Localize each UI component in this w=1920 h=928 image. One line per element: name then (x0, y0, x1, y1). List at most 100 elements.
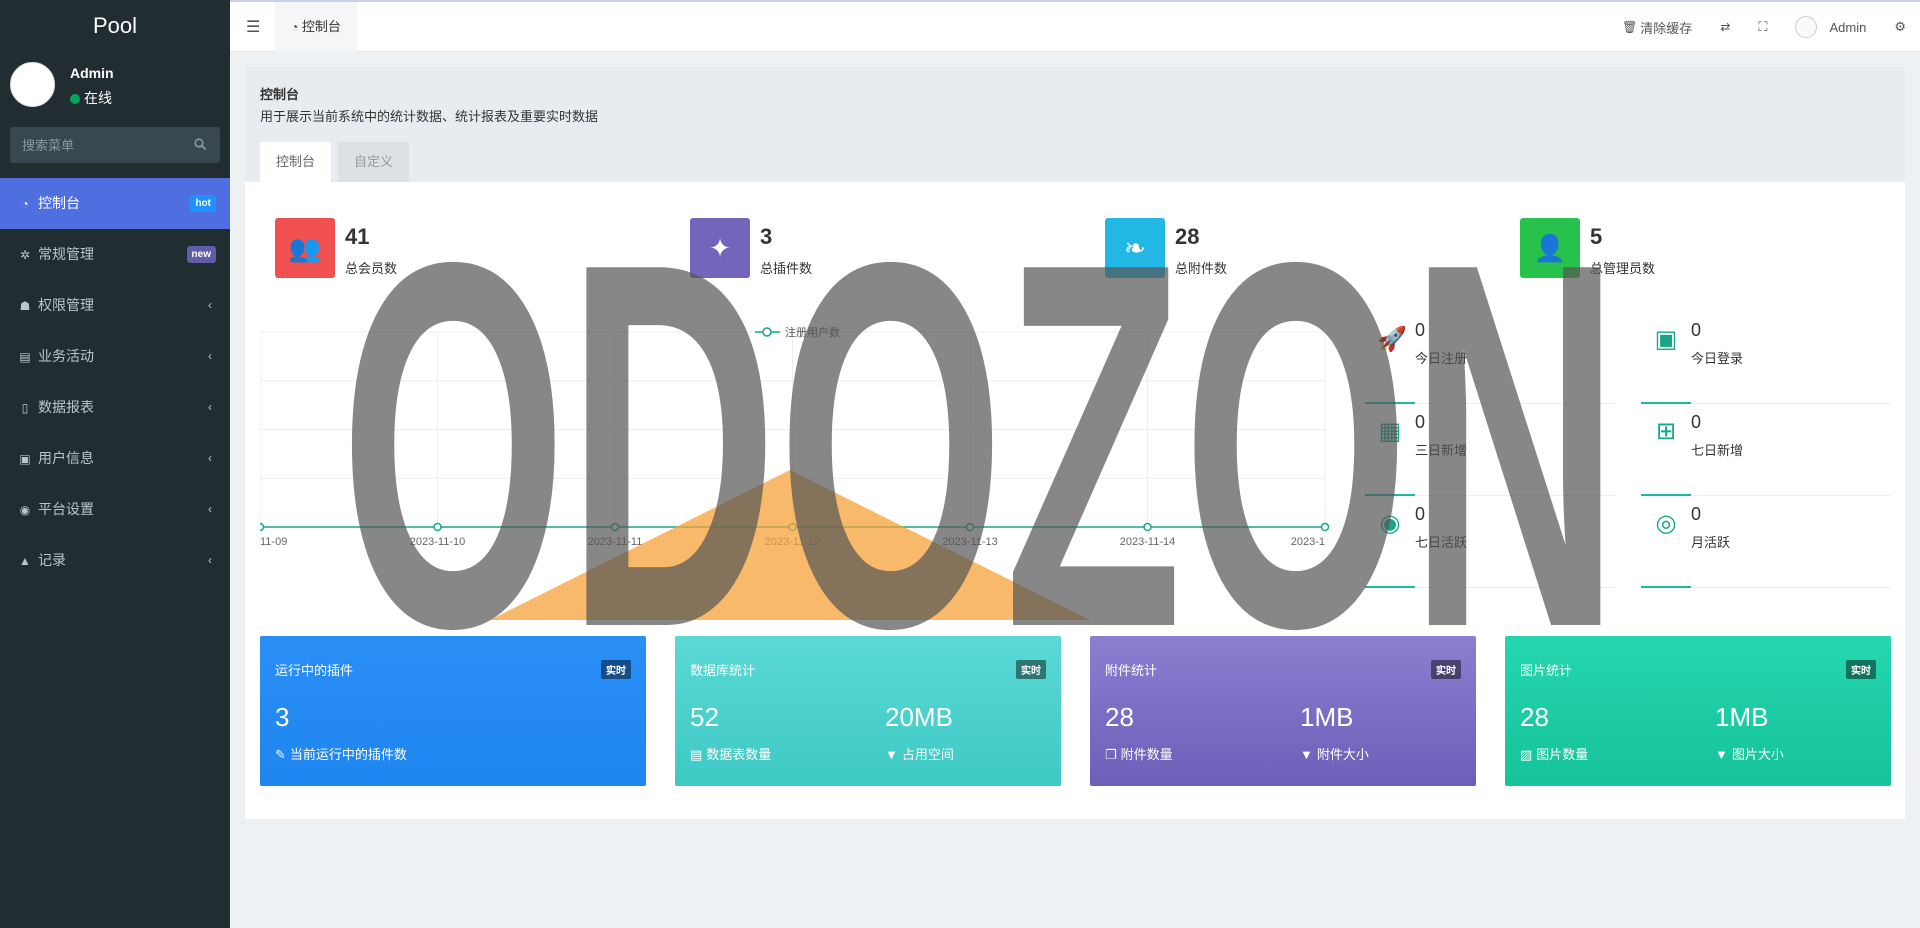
navbar-avatar (1795, 16, 1818, 38)
app-logo[interactable]: Pool (0, 0, 230, 52)
stat-value: 41 (345, 224, 370, 249)
card-title: 附件统计 (1105, 663, 1158, 678)
data-point[interactable] (610, 522, 620, 532)
mini-stat-value: 0 (1415, 320, 1426, 340)
calendar-plus-icon: ⊞ (1655, 418, 1677, 445)
tab-dashboard-panel[interactable]: 控制台 (260, 142, 332, 182)
language-button[interactable]: ⇄ (1706, 20, 1744, 34)
chevron-left-icon: ‹ (208, 502, 212, 516)
stat-label: 总附件数 (1175, 261, 1228, 276)
clear-cache-button[interactable]: 🗑 清除缓存 (1608, 18, 1706, 37)
panel-heading: 控制台 用于展示当前系统中的统计数据、统计报表及重要实时数据 控制台 自定义 (245, 67, 1905, 182)
stat-card: 数据库统计 实时 52 ▤ 数据表数量 20MB ▼ 占用空间 (675, 636, 1061, 786)
stat-box: 👥 41 总会员数 (275, 218, 575, 280)
menu-search-input[interactable] (10, 127, 180, 163)
mini-stat-value: 0 (1691, 412, 1702, 432)
mini-stat-value: 0 (1415, 504, 1426, 524)
circle-dot-icon: ◉ (19, 503, 31, 517)
mini-stat: ▣ 0 今日登录 (1641, 312, 1891, 404)
chevron-left-icon: ‹ (208, 400, 212, 414)
data-point[interactable] (1143, 522, 1152, 532)
card-label-text: 图片大小 (1731, 747, 1784, 762)
mini-stat-value: 0 (1691, 320, 1702, 340)
chart-svg: 注册用户数 11-09 2023-11-10 2023-11-11 2023-11-12… (255, 325, 1330, 548)
image-icon: ▨ (1520, 747, 1533, 762)
magic-icon: ✦ (690, 218, 750, 278)
stat-box: ✦ 3 总插件数 (690, 218, 990, 280)
page-description: 用于展示当前系统中的统计数据、统计报表及重要实时数据 (260, 109, 599, 124)
stat-card: 图片统计 实时 28 ▨ 图片数量 1MB ▼ 图片大小 (1505, 636, 1891, 786)
legend-label[interactable]: 注册用户数 (785, 325, 840, 339)
stat-box: 👤 5 总管理员数 (1520, 218, 1820, 280)
sidebar-item-7[interactable]: ▲ 记录 ‹ (0, 535, 230, 586)
sidebar: Pool Admin 在线 ◔ 控制台 hot ✲ 常规管理 new ☗ 权限管理 ‹ ▤ 业务活动… (0, 0, 230, 928)
menu-badge: hot (190, 195, 216, 212)
card-label: ▼ 占用空间 (885, 744, 954, 763)
calendar-icon: ▦ (1378, 418, 1402, 445)
sidebar-item-label: 常规管理 (38, 246, 94, 262)
realtime-badge: 实时 (1431, 660, 1461, 679)
card-label-text: 附件数量 (1120, 747, 1173, 762)
filter-icon: ▼ (1300, 747, 1313, 762)
gears-icon: ⚙ (1894, 19, 1906, 34)
filter-icon: ▼ (1715, 747, 1728, 762)
tab-dashboard[interactable]: ◔ 控制台 (275, 2, 357, 52)
avatar[interactable] (10, 62, 55, 107)
stat-box: ❧ 28 总附件数 (1105, 218, 1405, 280)
fullscreen-button[interactable]: ⛶ (1744, 19, 1781, 35)
stat-value: 5 (1590, 224, 1603, 249)
sidebar-item-4[interactable]: ▯ 数据报表 ‹ (0, 382, 230, 433)
user-status-text: 在线 (84, 90, 112, 106)
file-icon: ▯ (21, 401, 29, 415)
magic-icon: ✎ (275, 747, 286, 762)
sidebar-item-label: 记录 (38, 552, 66, 568)
control-sidebar-button[interactable]: ⚙ (1880, 19, 1920, 35)
tab-custom[interactable]: 自定义 (338, 142, 410, 182)
card-label: ❐ 附件数量 (1105, 744, 1173, 763)
mini-stat: ⊞ 0 七日新增 (1641, 404, 1891, 496)
user-icon: 👤 (1520, 218, 1580, 278)
user-circle-o-icon: ◎ (1655, 510, 1677, 537)
stat-label: 总管理员数 (1590, 261, 1656, 276)
data-point[interactable] (788, 522, 797, 532)
x-tick-label: 2023-1 (1291, 536, 1325, 548)
chevron-left-icon: ‹ (208, 349, 212, 363)
data-point[interactable] (255, 522, 265, 532)
card-value: 1MB (1300, 702, 1354, 732)
mini-stat: 🚀 0 今日注册 (1365, 312, 1615, 404)
database-icon: ▤ (690, 747, 703, 762)
sidebar-item-6[interactable]: ◉ 平台设置 ‹ (0, 484, 230, 535)
sidebar-item-label: 控制台 (38, 195, 80, 211)
mini-stat-label: 七日新增 (1691, 443, 1744, 458)
top-navbar: ☰ ◔ 控制台 🗑 清除缓存 ⇄ ⛶ Admin ⚙ (230, 0, 1920, 52)
data-point[interactable] (1320, 522, 1330, 532)
x-tick-label: 2023-11-10 (410, 536, 465, 548)
card-label-text: 数据表数量 (706, 747, 772, 762)
sidebar-toggle-icon[interactable]: ☰ (246, 17, 260, 37)
sidebar-item-5[interactable]: ▣ 用户信息 ‹ (0, 433, 230, 484)
x-tick-label: 2023-11-14 (1120, 536, 1175, 548)
search-icon[interactable] (194, 138, 206, 150)
clear-cache-label: 清除缓存 (1640, 20, 1693, 36)
x-tick-label: 2023-11-13 (942, 536, 997, 548)
users-icon: 👥 (275, 218, 335, 278)
user-menu[interactable]: Admin (1781, 16, 1880, 38)
sidebar-item-2[interactable]: ☗ 权限管理 ‹ (0, 280, 230, 331)
sidebar-item-3[interactable]: ▤ 业务活动 ‹ (0, 331, 230, 382)
underline (1641, 586, 1691, 588)
card-label-text: 当前运行中的插件数 (289, 747, 407, 762)
card-title: 数据库统计 (690, 663, 756, 678)
sidebar-item-0[interactable]: ◔ 控制台 hot (0, 178, 230, 229)
page-title: 控制台 (260, 87, 300, 102)
user-name: Admin (70, 65, 114, 81)
stat-card: 附件统计 实时 28 ❐ 附件数量 1MB ▼ 附件大小 (1090, 636, 1476, 786)
mini-stat-value: 0 (1691, 504, 1702, 524)
card-title: 图片统计 (1520, 663, 1573, 678)
data-point[interactable] (433, 522, 442, 532)
mini-stat: ▦ 0 三日新增 (1365, 404, 1615, 496)
data-point[interactable] (965, 522, 975, 532)
sidebar-item-label: 平台设置 (38, 501, 94, 517)
sidebar-item-1[interactable]: ✲ 常规管理 new (0, 229, 230, 280)
sidebar-item-label: 权限管理 (38, 297, 94, 313)
card-value: 52 (690, 702, 719, 732)
